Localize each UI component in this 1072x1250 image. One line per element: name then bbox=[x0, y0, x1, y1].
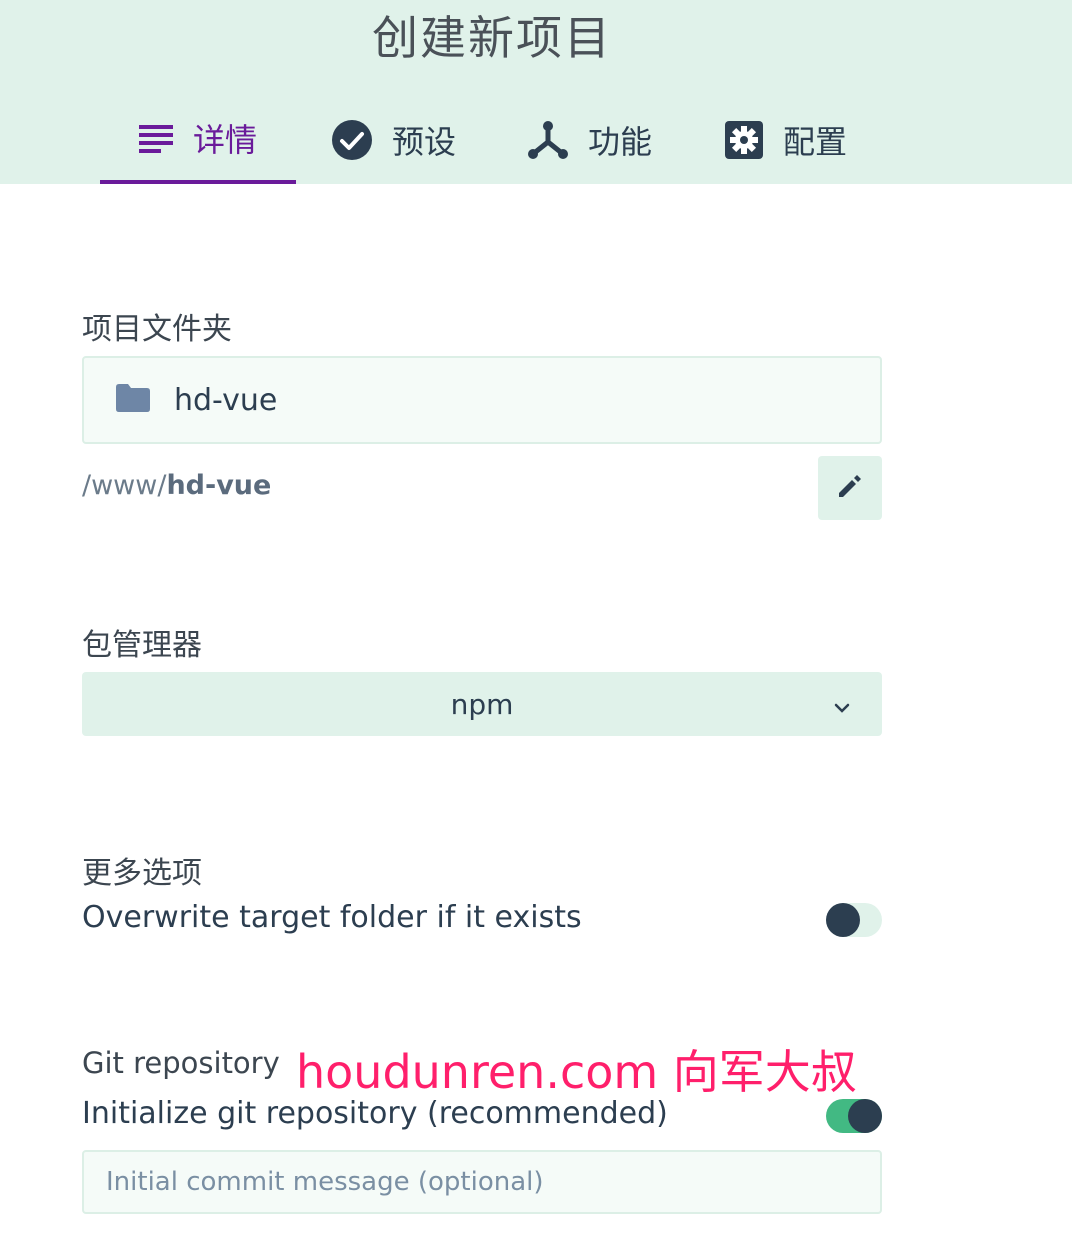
tab-features-label: 功能 bbox=[587, 123, 652, 161]
tab-details[interactable]: 详情 bbox=[100, 96, 296, 184]
folder-path-name: hd-vue bbox=[166, 470, 272, 501]
more-options-label: 更多选项 bbox=[82, 856, 202, 891]
chevron-down-icon bbox=[832, 692, 852, 725]
fork-icon bbox=[527, 120, 568, 160]
folder-input[interactable] bbox=[172, 381, 776, 419]
page-title: 创建新项目 bbox=[372, 11, 612, 65]
check-circle-icon bbox=[331, 120, 372, 160]
folder-label: 项目文件夹 bbox=[82, 312, 232, 347]
git-label: Git repository bbox=[82, 1046, 280, 1080]
git-init-label: Initialize git repository (recommended) bbox=[82, 1096, 668, 1131]
list-icon bbox=[138, 123, 173, 153]
toggle-knob bbox=[848, 1099, 882, 1133]
pencil-icon bbox=[837, 473, 863, 503]
tab-bar: 详情 预设 功能 配置 bbox=[100, 96, 884, 184]
package-manager-select[interactable]: npm bbox=[82, 672, 882, 736]
tab-config-label: 配置 bbox=[782, 123, 847, 161]
watermark: houdunren.com 向军大叔 bbox=[296, 1045, 857, 1099]
tab-details-label: 详情 bbox=[192, 121, 257, 159]
header: 创建新项目 详情 预设 功能 配置 bbox=[0, 0, 1072, 184]
commit-message-input[interactable] bbox=[104, 1166, 868, 1198]
folder-icon bbox=[116, 384, 150, 416]
toggle-knob bbox=[826, 903, 860, 937]
tab-config[interactable]: 配置 bbox=[688, 96, 884, 184]
package-manager-value: npm bbox=[450, 687, 514, 721]
tab-presets-label: 预设 bbox=[391, 123, 456, 161]
package-manager-label: 包管理器 bbox=[82, 628, 202, 663]
overwrite-toggle[interactable] bbox=[826, 903, 882, 937]
tab-features[interactable]: 功能 bbox=[492, 96, 688, 184]
gear-icon bbox=[724, 121, 763, 159]
folder-path: /www/hd-vue bbox=[82, 470, 271, 501]
commit-message-field[interactable] bbox=[82, 1150, 882, 1214]
tab-presets[interactable]: 预设 bbox=[296, 96, 492, 184]
overwrite-label: Overwrite target folder if it exists bbox=[82, 900, 582, 935]
edit-path-button[interactable] bbox=[818, 456, 882, 520]
git-init-toggle[interactable] bbox=[826, 1099, 882, 1133]
folder-path-prefix: /www/ bbox=[82, 470, 167, 501]
folder-field[interactable] bbox=[82, 356, 882, 444]
